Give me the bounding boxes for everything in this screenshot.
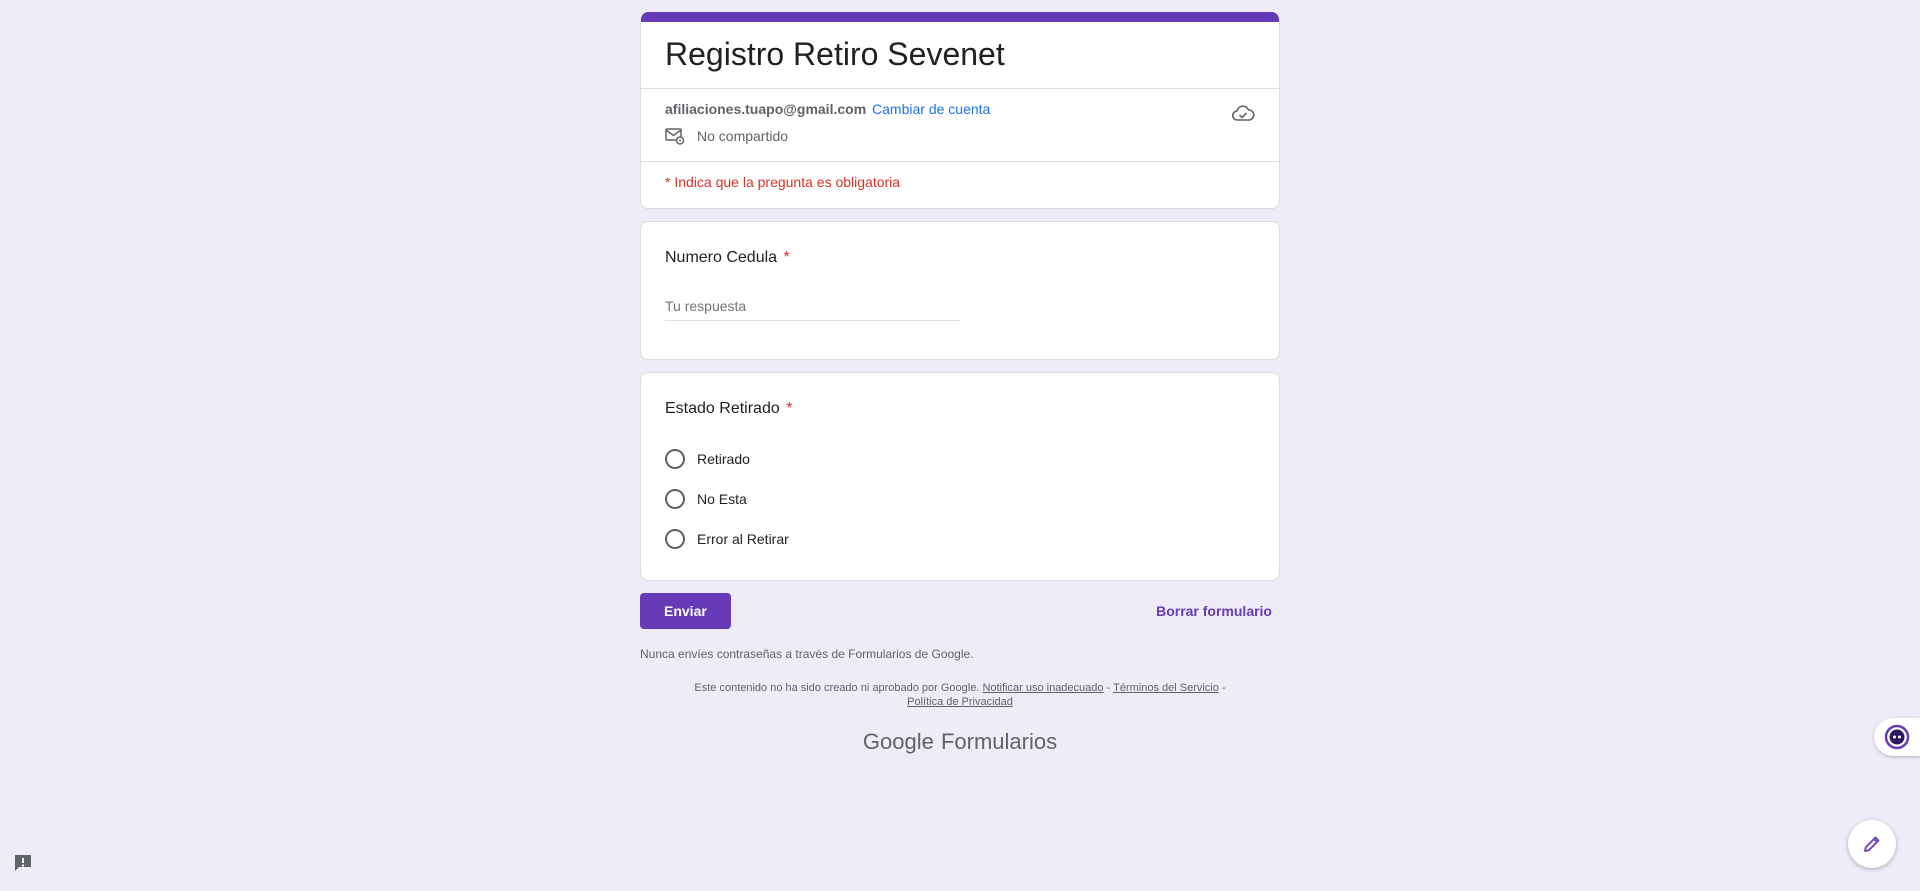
question-title: Numero Cedula * (665, 246, 1255, 270)
cedula-input[interactable] (665, 292, 960, 321)
disclaimer-text: Este contenido no ha sido creado ni apro… (694, 682, 980, 694)
radio-option-no-esta[interactable]: No Esta (665, 479, 1255, 519)
radio-label: No Esta (697, 491, 747, 507)
radio-label: Error al Retirar (697, 531, 789, 547)
edit-response-button[interactable] (1848, 820, 1896, 868)
assistant-widget-button[interactable] (1874, 718, 1920, 756)
submit-button[interactable]: Enviar (640, 593, 731, 629)
radio-option-error-al-retirar[interactable]: Error al Retirar (665, 519, 1255, 559)
form-container: Registro Retiro Sevenet afiliaciones.tua… (640, 12, 1280, 755)
question-card-estado: Estado Retirado * Retirado No Esta Error… (640, 372, 1280, 581)
disclaimer: Este contenido no ha sido creado ni apro… (640, 681, 1280, 709)
form-header-card: Registro Retiro Sevenet afiliaciones.tua… (640, 12, 1280, 209)
form-title: Registro Retiro Sevenet (665, 36, 1005, 72)
pencil-icon (1864, 836, 1880, 852)
question-label: Numero Cedula (665, 249, 778, 266)
accent-bar (641, 12, 1279, 22)
radio-label: Retirado (697, 451, 750, 467)
required-note: * Indica que la pregunta es obligatoria (665, 174, 901, 190)
separator: - (1218, 682, 1226, 694)
terms-link[interactable]: Términos del Servicio (1113, 682, 1219, 694)
cloud-saved-icon (1231, 105, 1255, 121)
radio-group: Retirado No Esta Error al Retirar (665, 439, 1255, 559)
brand-google: Google (862, 729, 934, 754)
question-card-cedula: Numero Cedula * (640, 221, 1280, 360)
separator: - (1103, 682, 1114, 694)
radio-option-retirado[interactable]: Retirado (665, 439, 1255, 479)
report-abuse-link[interactable]: Notificar uso inadecuado (982, 682, 1103, 694)
required-star: * (786, 400, 793, 417)
clear-form-button[interactable]: Borrar formulario (1148, 603, 1280, 619)
google-forms-logo[interactable]: Google Formularios (640, 729, 1280, 755)
radio-circle[interactable] (665, 449, 685, 469)
report-problem-icon[interactable] (12, 852, 34, 879)
switch-account-link[interactable]: Cambiar de cuenta (872, 101, 990, 117)
account-email: afiliaciones.tuapo@gmail.com (665, 101, 867, 117)
radio-circle[interactable] (665, 489, 685, 509)
mail-settings-icon (665, 128, 685, 145)
required-star: * (783, 249, 790, 266)
brand-product: Formularios (940, 729, 1058, 754)
form-actions: Enviar Borrar formulario (640, 593, 1280, 629)
not-shared-label: No compartido (697, 128, 789, 144)
assistant-icon (1884, 724, 1910, 750)
password-warning: Nunca envíes contraseñas a través de For… (640, 647, 974, 661)
privacy-link[interactable]: Política de Privacidad (907, 696, 1013, 708)
account-row: afiliaciones.tuapo@gmail.com Cambiar de … (641, 89, 1279, 161)
not-shared-row: No compartido (665, 127, 1255, 145)
question-title: Estado Retirado * (665, 397, 1255, 421)
question-label: Estado Retirado (665, 400, 780, 417)
radio-circle[interactable] (665, 529, 685, 549)
